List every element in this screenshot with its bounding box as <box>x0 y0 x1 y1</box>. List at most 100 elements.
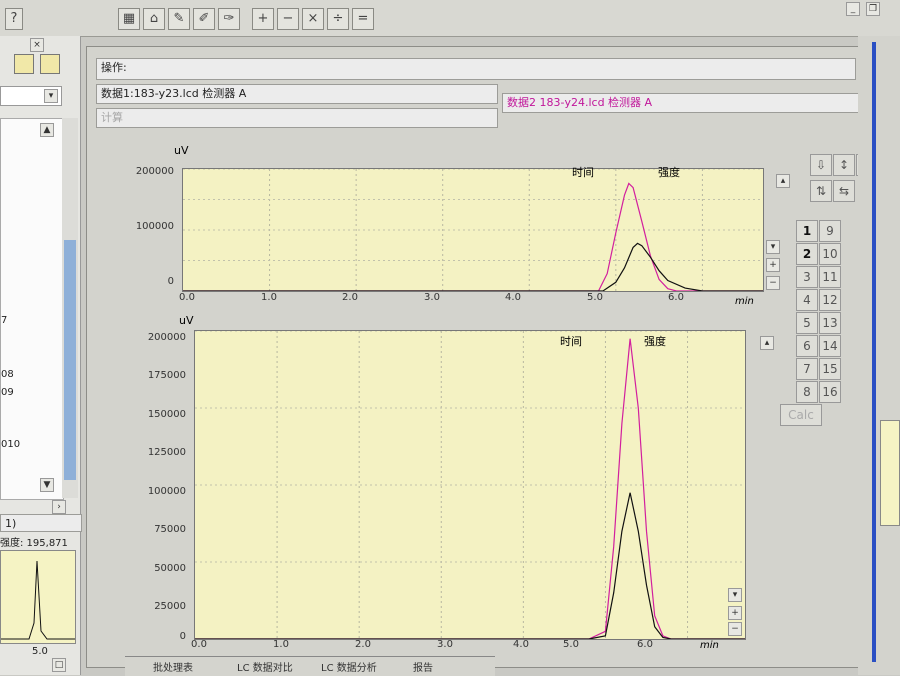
plot2-x-tick: 6.0 <box>637 639 653 650</box>
chevron-down-icon[interactable]: ▾ <box>44 89 58 103</box>
channel-7-button[interactable]: 7 <box>796 358 818 380</box>
scroll-down-icon[interactable]: ▼ <box>40 478 54 492</box>
plot1-x-tick: 2.0 <box>342 292 358 303</box>
save-icon[interactable]: □ <box>52 658 66 672</box>
side-preview-chart[interactable] <box>880 420 900 526</box>
channel-16-button[interactable]: 16 <box>819 381 841 403</box>
channel-11-button[interactable]: 11 <box>819 266 841 288</box>
subtract-icon[interactable]: − <box>277 8 299 30</box>
list-item[interactable]: 7 <box>1 315 7 326</box>
plot2-x-unit: min <box>700 640 719 651</box>
scroll-up-icon[interactable]: ▴ <box>776 174 790 188</box>
channel-6-button[interactable]: 6 <box>796 335 818 357</box>
plot2-x-tick: 0.0 <box>191 639 207 650</box>
channel-13-button[interactable]: 13 <box>819 312 841 334</box>
add-icon[interactable]: + <box>252 8 274 30</box>
folder-icon[interactable] <box>14 54 34 74</box>
channel-12-button[interactable]: 12 <box>819 289 841 311</box>
zoom-out-icon[interactable]: − <box>728 622 742 636</box>
scroll-up-icon[interactable]: ▴ <box>760 336 774 350</box>
grid-icon[interactable]: ▦ <box>118 8 140 30</box>
stack-icon[interactable]: ⇅ <box>810 180 832 202</box>
plot1-intensity-label: 强度 <box>658 166 680 179</box>
plot2-y-tick: 75000 <box>154 524 186 535</box>
channel-1-button[interactable]: 1 <box>796 220 818 242</box>
channel-8-button[interactable]: 8 <box>796 381 818 403</box>
channel-15-button[interactable]: 15 <box>819 358 841 380</box>
close-panel-icon[interactable]: × <box>30 38 44 52</box>
peak-tool-icon[interactable]: ⌂ <box>143 8 165 30</box>
chevron-down-icon[interactable]: ▾ <box>766 240 780 254</box>
series-line-1 <box>195 338 745 640</box>
plot1-x-unit: min <box>735 296 754 307</box>
window-edge <box>872 42 876 662</box>
zoom-out-icon[interactable]: − <box>766 276 780 290</box>
channel-5-button[interactable]: 5 <box>796 312 818 334</box>
help-button[interactable]: ? <box>5 8 23 30</box>
multiply-icon[interactable]: × <box>302 8 324 30</box>
minimize-icon[interactable]: _ <box>846 2 860 16</box>
zoom-in-icon[interactable]: + <box>728 606 742 620</box>
channel-14-button[interactable]: 14 <box>819 335 841 357</box>
thumbnail-x-tick: 5.0 <box>32 646 48 657</box>
plot1-area[interactable] <box>182 168 764 292</box>
calc-field[interactable]: 计算 <box>96 108 498 128</box>
plot1-y-unit: uV <box>174 144 189 157</box>
operation-field[interactable]: 操作: <box>96 58 856 80</box>
plot1-canvas <box>183 168 763 292</box>
data1-field[interactable]: 数据1:183-y23.lcd 检测器 A <box>96 84 498 104</box>
plot1-x-tick: 3.0 <box>424 292 440 303</box>
plot2-y-tick: 50000 <box>154 563 186 574</box>
plot2-intensity-label: 强度 <box>644 335 666 348</box>
plot1-y-tick: 100000 <box>135 221 174 232</box>
plot2-y-tick: 175000 <box>147 370 186 381</box>
expand-vertical-icon[interactable]: ↕ <box>833 154 855 176</box>
list-item[interactable]: 09 <box>1 387 14 398</box>
calc-button[interactable]: Calc <box>780 404 822 426</box>
scroll-up-icon[interactable]: ▲ <box>40 123 54 137</box>
plot2-time-label: 时间 <box>560 335 582 348</box>
channel-2-button[interactable]: 2 <box>796 243 818 265</box>
plot1-x-tick: 1.0 <box>261 292 277 303</box>
restore-icon[interactable]: ❐ <box>866 2 880 16</box>
brush-icon[interactable]: ✑ <box>218 8 240 30</box>
scroll-thumb[interactable] <box>64 240 76 480</box>
edit-icon[interactable]: ✎ <box>168 8 190 30</box>
channel-dropdown[interactable]: 1) <box>0 514 82 532</box>
divide-icon[interactable]: ÷ <box>327 8 349 30</box>
channel-3-button[interactable]: 3 <box>796 266 818 288</box>
plot2-y-tick: 200000 <box>147 332 186 343</box>
intensity-readout: 强度: 195,871 <box>0 538 68 549</box>
tab-lc-data-compare[interactable]: LC 数据对比 <box>237 659 293 674</box>
chevron-down-icon[interactable]: ▾ <box>728 588 742 602</box>
list-item[interactable]: 08 <box>1 369 14 380</box>
grid <box>183 168 763 291</box>
plot2-y-tick: 125000 <box>147 447 186 458</box>
channel-10-button[interactable]: 10 <box>819 243 841 265</box>
align-peaks-icon[interactable]: ⇩ <box>810 154 832 176</box>
plot1-x-tick: 5.0 <box>587 292 603 303</box>
plot2-y-tick: 0 <box>179 631 186 642</box>
plot2-canvas <box>195 330 745 640</box>
channel-9-button[interactable]: 9 <box>819 220 841 242</box>
list-item[interactable]: 010 <box>1 439 20 450</box>
data2-field[interactable]: 数据2 183-y24.lcd 检测器 A <box>502 93 886 113</box>
channel-4-button[interactable]: 4 <box>796 289 818 311</box>
tab-batch-table[interactable]: 批处理表 <box>153 659 193 674</box>
plot2-x-tick: 2.0 <box>355 639 371 650</box>
scroll-right-icon[interactable]: › <box>52 500 66 514</box>
right-window-strip <box>858 36 900 675</box>
thumbnail-chart[interactable] <box>0 550 76 644</box>
overlay-icon[interactable]: ⇆ <box>833 180 855 202</box>
tab-lc-data-analysis[interactable]: LC 数据分析 <box>321 659 377 674</box>
plot1-x-tick: 0.0 <box>179 292 195 303</box>
zoom-in-icon[interactable]: + <box>766 258 780 272</box>
pen-icon[interactable]: ✐ <box>193 8 215 30</box>
plot1-y-tick: 0 <box>167 276 174 287</box>
plot2-x-tick: 1.0 <box>273 639 289 650</box>
tab-report[interactable]: 报告 <box>413 659 433 674</box>
folder-open-icon[interactable] <box>40 54 60 74</box>
equals-icon[interactable]: = <box>352 8 374 30</box>
file-list[interactable]: 7 08 09 010 <box>0 118 64 500</box>
plot2-area[interactable] <box>194 330 746 640</box>
